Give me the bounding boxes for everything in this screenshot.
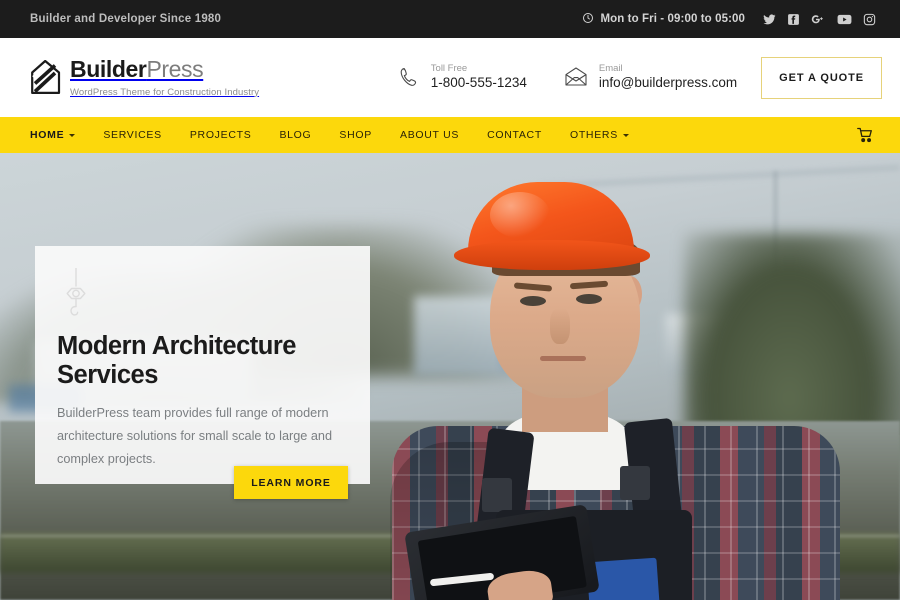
nav-item-projects[interactable]: PROJECTS — [190, 129, 252, 141]
worker-nose — [550, 308, 570, 344]
worker-hard-hat-brim — [454, 240, 650, 270]
hero-section: Modern Architecture Services BuilderPres… — [0, 153, 900, 600]
social-links — [763, 13, 882, 26]
chevron-down-icon — [69, 134, 76, 137]
nav-item-projects-label: PROJECTS — [189, 129, 252, 141]
nav-item-about-us[interactable]: ABOUT US — [400, 129, 459, 141]
hero-content-card: Modern Architecture Services BuilderPres… — [35, 246, 370, 484]
contact-email[interactable]: Email info@builderpress.com — [563, 63, 737, 92]
get-a-quote-button[interactable]: GET A QUOTE — [761, 56, 882, 99]
contact-phone-value: 1-800-555-1234 — [430, 75, 527, 91]
site-header: BuilderPress WordPress Theme for Constru… — [0, 38, 900, 117]
main-navigation: HOME SERVICES PROJECTS BLOG SHOP ABOUT U… — [0, 117, 900, 153]
hero-title: Modern Architecture Services — [57, 332, 296, 390]
site-logo[interactable]: BuilderPress WordPress Theme for Constru… — [30, 57, 259, 98]
worker-eye-right — [576, 294, 602, 304]
worker-eye-left — [520, 296, 546, 306]
nav-item-services[interactable]: SERVICES — [103, 129, 162, 141]
contact-email-label: Email — [598, 62, 623, 74]
chevron-down-icon — [622, 134, 629, 137]
contact-phone[interactable]: Toll Free 1-800-555-1234 — [397, 63, 527, 92]
phone-icon — [397, 65, 421, 89]
nav-item-home-label: HOME — [30, 129, 65, 141]
worker-strap-clip-left — [482, 478, 512, 512]
contact-phone-lines: Toll Free 1-800-555-1234 — [431, 63, 527, 92]
header-contact-group: Toll Free 1-800-555-1234 Email info@buil… — [397, 63, 761, 92]
brand-tagline: WordPress Theme for Construction Industr… — [70, 86, 260, 98]
contact-email-lines: Email info@builderpress.com — [599, 63, 737, 92]
contact-email-value: info@builderpress.com — [598, 75, 738, 91]
google-plus-icon[interactable] — [811, 13, 826, 26]
top-bar-right-group: Mon to Fri - 09:00 to 05:00 — [582, 12, 882, 27]
nav-item-others[interactable]: OTHERS — [570, 129, 629, 141]
learn-more-button[interactable]: LEARN MORE — [234, 466, 348, 499]
nav-item-others-label: OTHERS — [569, 129, 618, 141]
nav-item-contact-label: CONTACT — [487, 129, 542, 141]
nav-item-shop-label: SHOP — [339, 129, 372, 141]
twitter-icon[interactable] — [763, 13, 776, 26]
top-bar: Builder and Developer Since 1980 Mon to … — [0, 0, 900, 38]
nav-item-home[interactable]: HOME — [30, 129, 76, 141]
instagram-icon[interactable] — [863, 13, 876, 26]
nav-item-blog[interactable]: BLOG — [279, 129, 311, 141]
nav-item-contact[interactable]: CONTACT — [487, 129, 542, 141]
nav-item-blog-label: BLOG — [279, 129, 312, 141]
worker-mouth — [540, 356, 586, 361]
shopping-cart-icon[interactable] — [857, 127, 882, 143]
brand-text-group: BuilderPress WordPress Theme for Constru… — [70, 57, 259, 97]
top-bar-tagline: Builder and Developer Since 1980 — [30, 13, 222, 25]
contact-phone-label: Toll Free — [430, 62, 468, 74]
nav-item-list: HOME SERVICES PROJECTS BLOG SHOP ABOUT U… — [30, 129, 629, 141]
business-hours: Mon to Fri - 09:00 to 05:00 — [582, 12, 745, 27]
nav-item-about-us-label: ABOUT US — [399, 129, 460, 141]
worker-hard-hat-highlight — [490, 192, 550, 238]
brand-name-light: Press — [146, 56, 204, 83]
nav-item-services-label: SERVICES — [103, 129, 162, 141]
nav-item-shop[interactable]: SHOP — [339, 129, 372, 141]
envelope-icon — [563, 66, 589, 88]
brand-name: BuilderPress — [70, 57, 259, 81]
brand-name-bold: Builder — [70, 56, 147, 83]
business-hours-text: Mon to Fri - 09:00 to 05:00 — [600, 13, 745, 25]
worker-strap-clip-right — [620, 466, 650, 500]
youtube-icon[interactable] — [837, 13, 852, 26]
page-root: Builder and Developer Since 1980 Mon to … — [0, 0, 900, 600]
hero-worker-figure — [390, 180, 840, 600]
house-roof-logo-icon — [30, 60, 61, 95]
hero-description: BuilderPress team provides full range of… — [57, 406, 333, 467]
crane-hook-icon — [59, 267, 342, 318]
facebook-icon[interactable] — [787, 13, 800, 26]
clock-icon — [582, 12, 594, 27]
